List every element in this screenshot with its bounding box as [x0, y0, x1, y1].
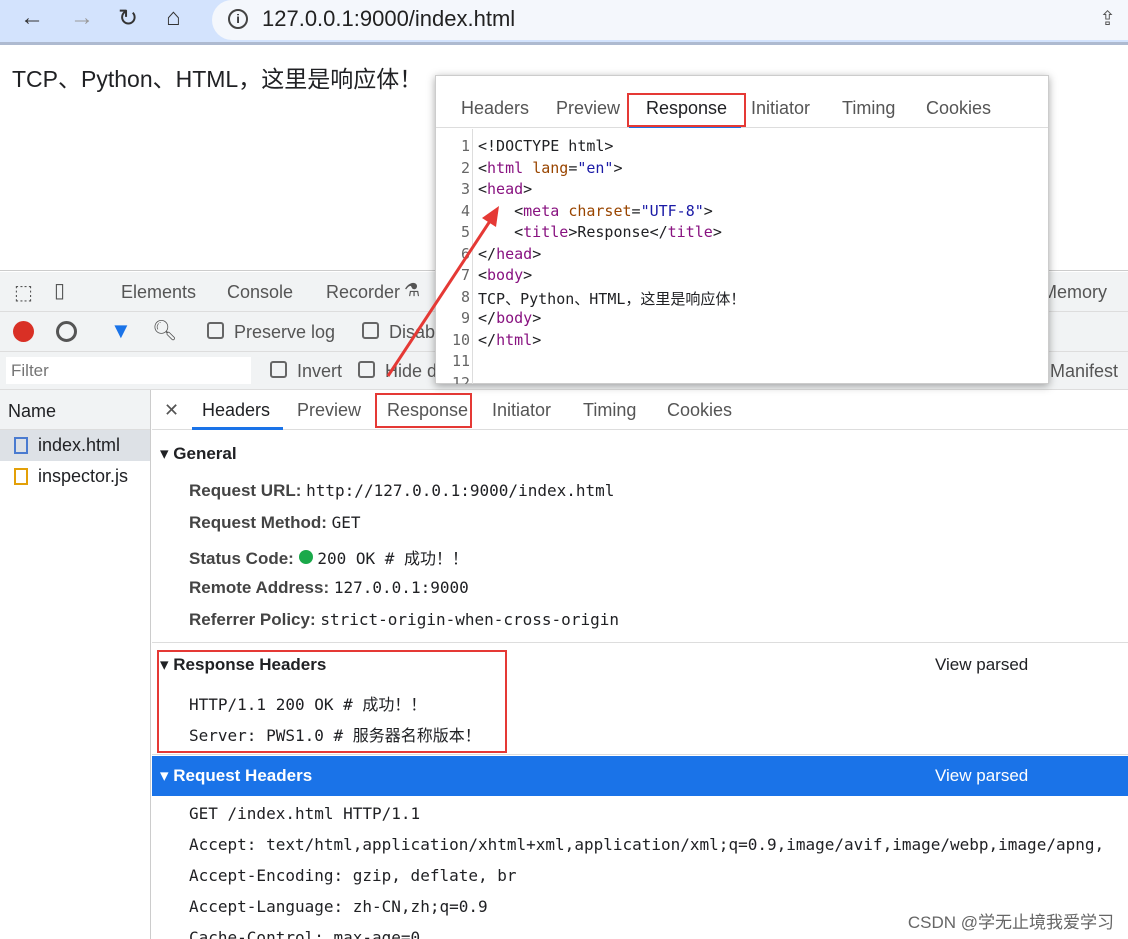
annotation-arrow — [386, 206, 499, 377]
arrow-head — [482, 206, 499, 227]
